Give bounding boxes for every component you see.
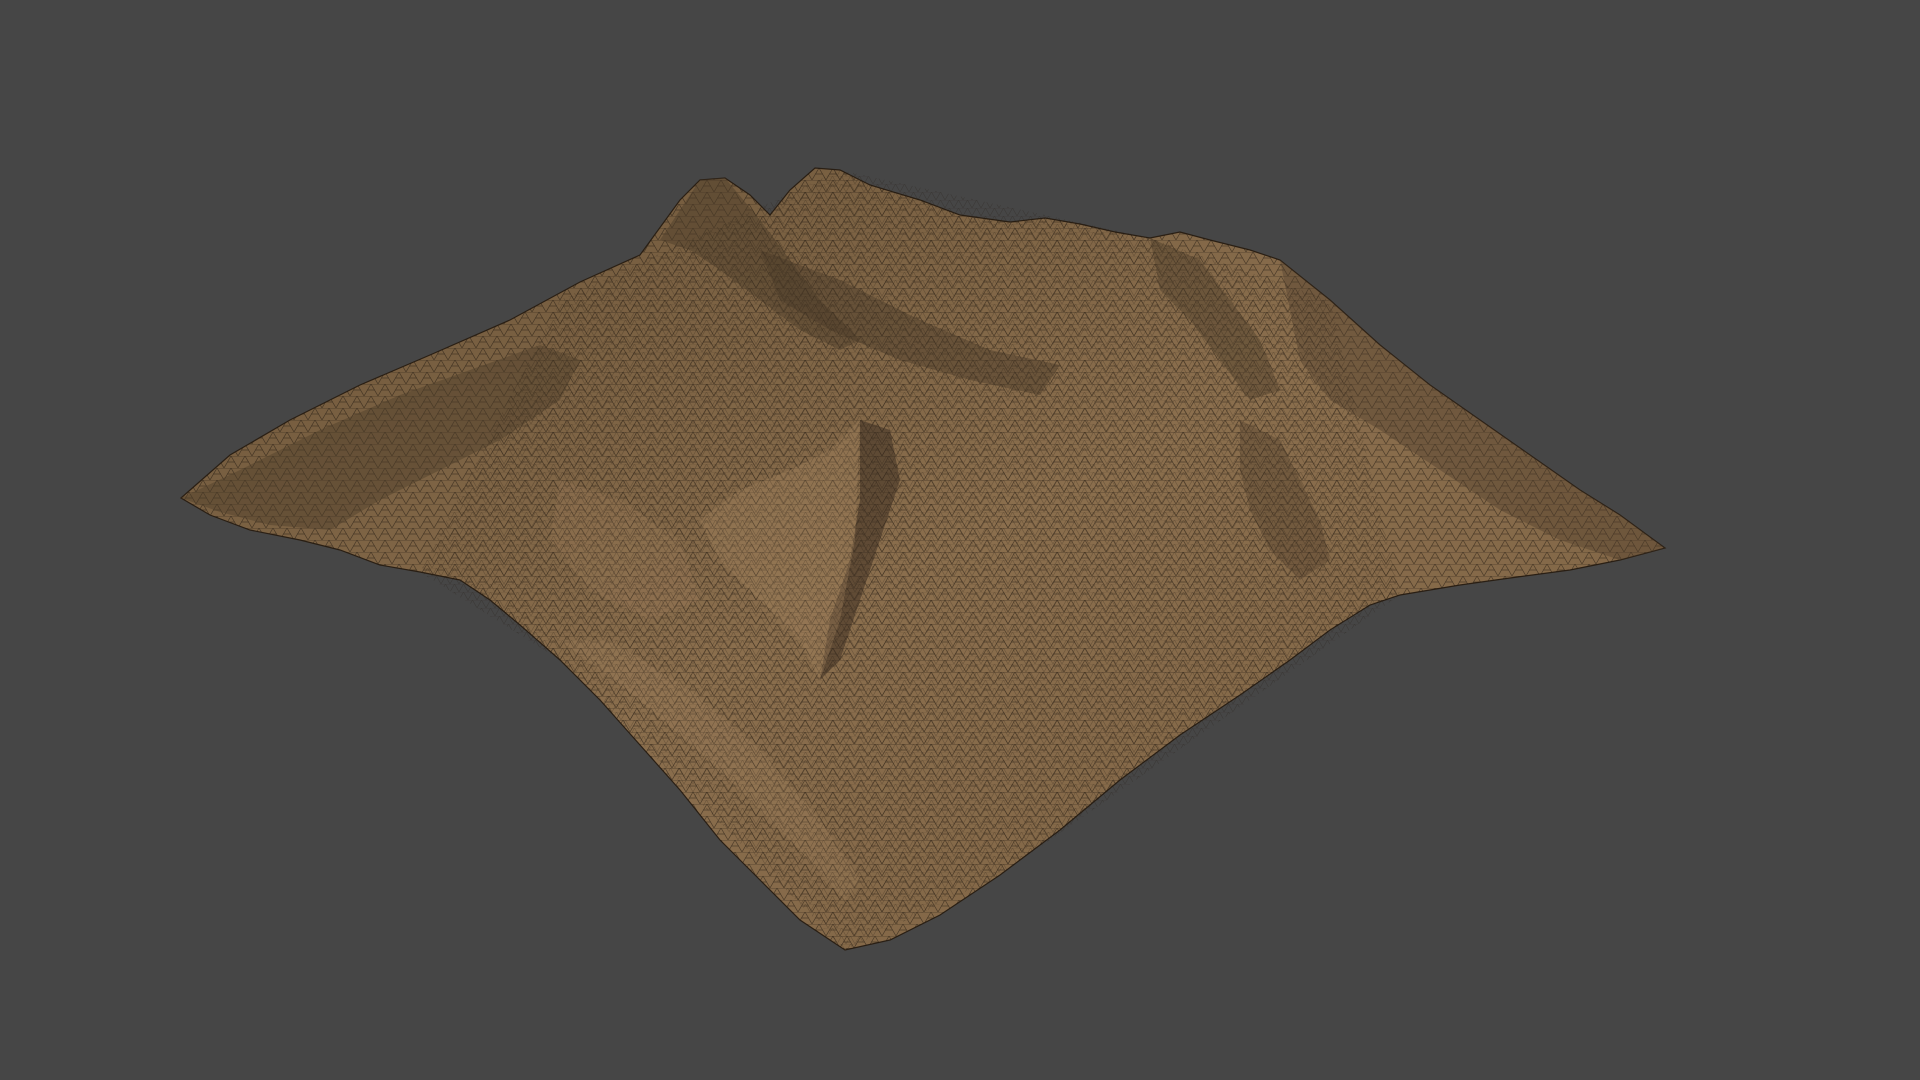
terrain-scene: [179, 167, 1667, 951]
terrain-mesh: [179, 167, 1667, 951]
3d-viewport[interactable]: [0, 0, 1920, 1080]
